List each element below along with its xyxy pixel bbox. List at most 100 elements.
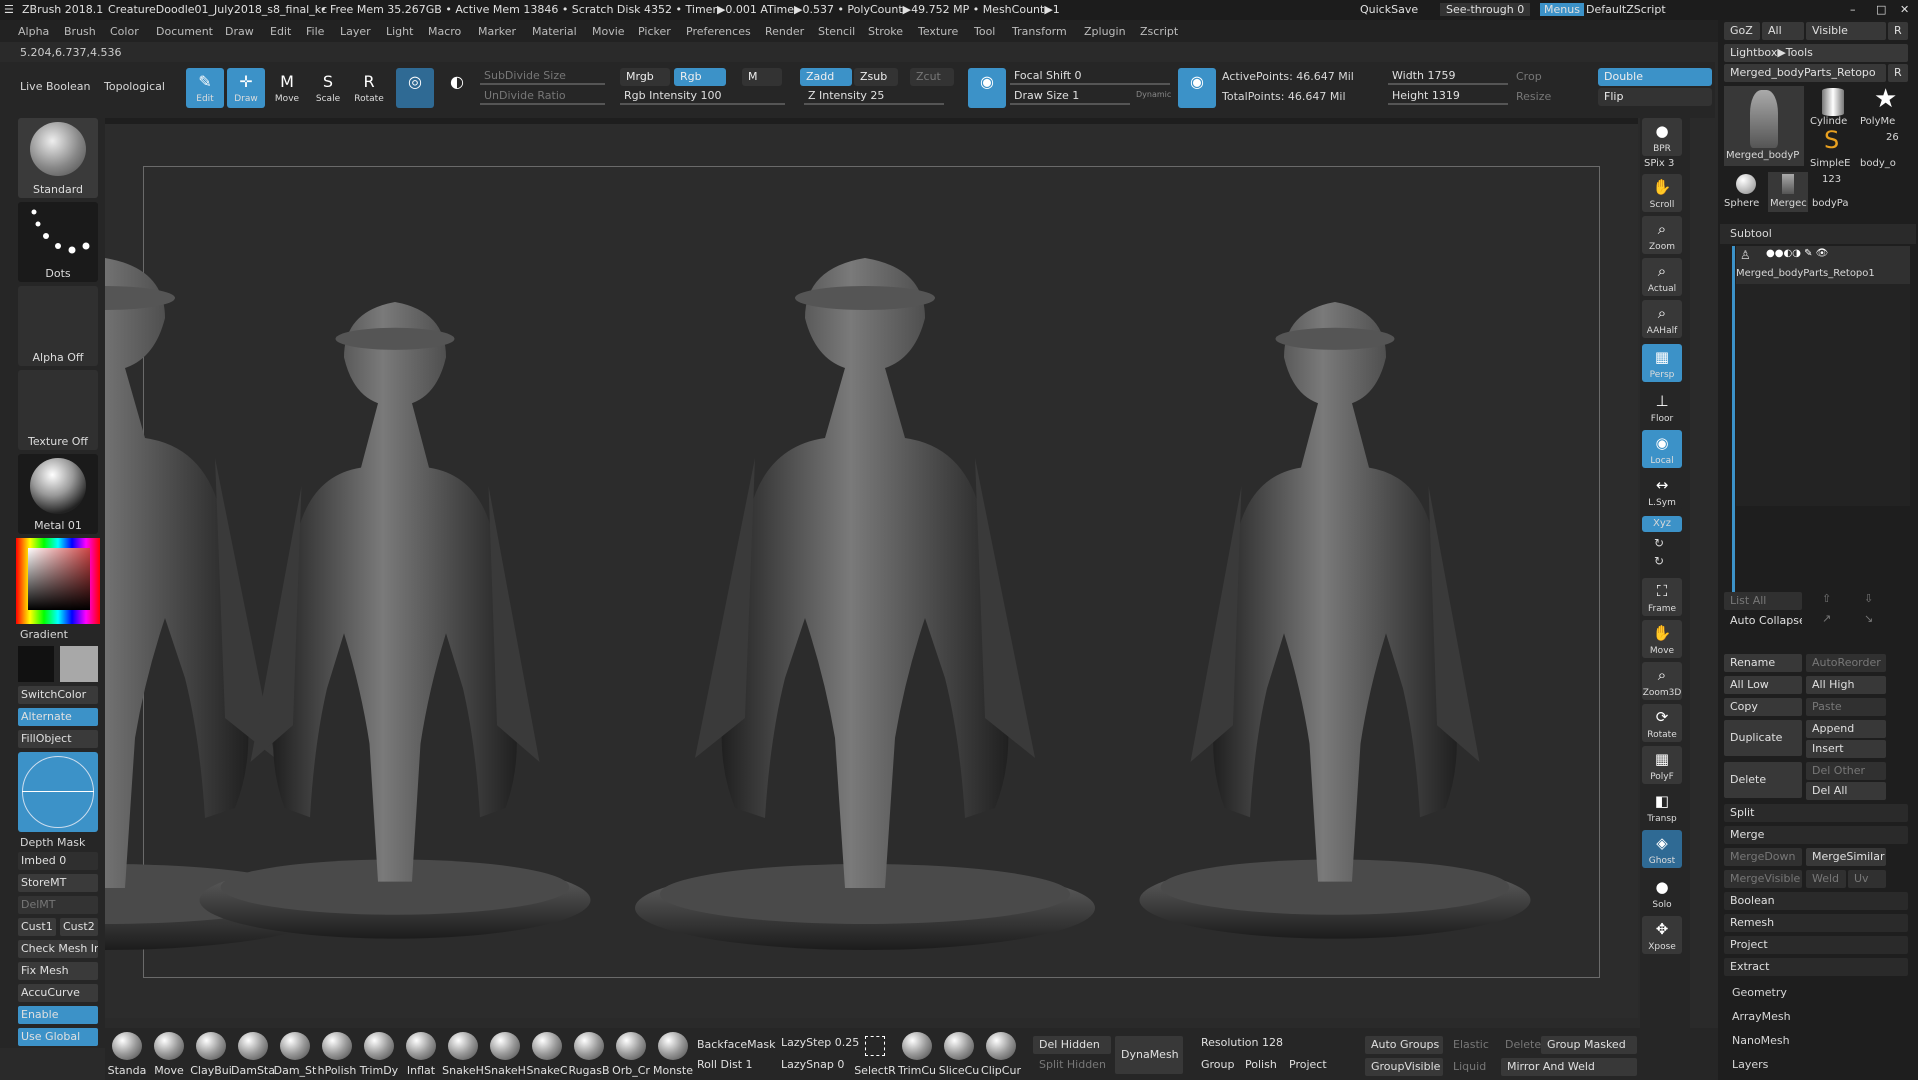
del-other-button[interactable]: Del Other	[1806, 762, 1886, 780]
subtool-visibility-icons[interactable]: ●●◐◑ ✎ 👁	[1766, 248, 1828, 259]
height-slider[interactable]: Height 1319	[1388, 86, 1508, 106]
menu-transform[interactable]: Transform	[1012, 25, 1067, 38]
boolean-menu[interactable]: Boolean	[1724, 892, 1908, 910]
imbed-slider[interactable]: Imbed 0	[18, 852, 98, 870]
polyf-button[interactable]: ▦ PolyF	[1642, 746, 1682, 784]
minimize-icon[interactable]: –	[1850, 3, 1856, 16]
zcut-toggle[interactable]: Zcut	[910, 68, 954, 86]
default-zscript-button[interactable]: DefaultZScript	[1586, 3, 1666, 16]
mirror-and-weld-button[interactable]: Mirror And Weld	[1501, 1058, 1637, 1076]
delete-button[interactable]: Delete	[1724, 762, 1802, 798]
homepage-button[interactable]: ◐	[438, 68, 476, 108]
alpha-picker[interactable]: Alpha Off	[18, 286, 98, 366]
cust2-button[interactable]: Cust2	[60, 918, 98, 936]
rgb-intensity-slider[interactable]: Rgb Intensity 100	[620, 86, 785, 106]
scale-mode-button[interactable]: S Scale	[309, 68, 347, 108]
ghost-button[interactable]: ◈ Ghost	[1642, 830, 1682, 868]
menu-macro[interactable]: Macro	[428, 25, 461, 38]
color-picker[interactable]	[16, 538, 100, 624]
focal-shift-slider[interactable]: Focal Shift 0	[1010, 66, 1170, 86]
double-toggle[interactable]: Double	[1598, 68, 1712, 86]
list-all-button[interactable]: List All	[1724, 592, 1802, 610]
rotate-view-button[interactable]: ⟳ Rotate	[1642, 704, 1682, 742]
group-toggle[interactable]: Group	[1201, 1058, 1235, 1071]
tool-r-button[interactable]: R	[1888, 64, 1908, 82]
dynamic-toggle[interactable]: Dynamic	[1136, 90, 1171, 99]
tool-thumbnail-merged2[interactable]: Mergec	[1768, 172, 1808, 212]
zsub-toggle[interactable]: Zsub	[854, 68, 898, 86]
menu-preferences[interactable]: Preferences	[686, 25, 751, 38]
secondary-color-swatch[interactable]	[60, 646, 98, 682]
polish-toggle[interactable]: Polish	[1245, 1058, 1277, 1071]
append-button[interactable]: Append	[1806, 720, 1886, 738]
spix-slider[interactable]: SPix 3	[1644, 158, 1674, 169]
accucurve-button[interactable]: AccuCurve	[18, 984, 98, 1002]
subtool-list[interactable]: ♙ ●●◐◑ ✎ 👁 Merged_bodyParts_Retopo1	[1736, 246, 1910, 506]
uv-toggle[interactable]: Uv	[1848, 870, 1886, 888]
delete-groups-button[interactable]: Delete	[1505, 1038, 1541, 1051]
main-color-swatch[interactable]	[18, 646, 54, 682]
autoreorder-button[interactable]: AutoReorder	[1806, 654, 1886, 672]
layers-menu[interactable]: Layers	[1732, 1058, 1768, 1071]
edit-mode-button[interactable]: ✎ Edit	[186, 68, 224, 108]
cust1-button[interactable]: Cust1	[18, 918, 56, 936]
menus-toggle[interactable]: Menus	[1540, 3, 1584, 16]
brush-snakecurve[interactable]: SnakeC	[525, 1030, 569, 1078]
nanomesh-menu[interactable]: NanoMesh	[1732, 1034, 1790, 1047]
fix-mesh-button[interactable]: Fix Mesh	[18, 962, 98, 980]
topological-button[interactable]: Topological	[104, 80, 165, 93]
auto-collapse-button[interactable]: Auto Collapse	[1724, 612, 1802, 630]
brush-picker[interactable]: Standard	[18, 118, 98, 198]
quicksave-button[interactable]: QuickSave	[1360, 3, 1418, 16]
brush-damstandard[interactable]: DamSta	[231, 1030, 275, 1078]
resolution-slider[interactable]: Resolution 128	[1201, 1036, 1283, 1049]
menu-light[interactable]: Light	[386, 25, 413, 38]
merge-menu[interactable]: Merge	[1724, 826, 1908, 844]
depth-mask-widget[interactable]	[18, 752, 98, 832]
xpose-button[interactable]: ✥ Xpose	[1642, 916, 1682, 954]
frame-button[interactable]: ⛶ Frame	[1642, 578, 1682, 616]
delmt-button[interactable]: DelMT	[18, 896, 98, 914]
backfacemask-toggle[interactable]: BackfaceMask	[697, 1038, 775, 1051]
del-all-button[interactable]: Del All	[1806, 782, 1886, 800]
mrgb-toggle[interactable]: Mrgb	[620, 68, 670, 86]
elastic-toggle[interactable]: Elastic	[1453, 1038, 1489, 1051]
maximize-icon[interactable]: □	[1876, 3, 1886, 16]
project-toggle[interactable]: Project	[1289, 1058, 1327, 1071]
goz-button[interactable]: GoZ	[1724, 22, 1760, 40]
menu-stroke[interactable]: Stroke	[868, 25, 903, 38]
m-toggle[interactable]: M	[742, 68, 782, 86]
storemt-button[interactable]: StoreMT	[18, 874, 98, 892]
rotate-mode-button[interactable]: R Rotate	[350, 68, 388, 108]
menu-alpha[interactable]: Alpha	[18, 25, 49, 38]
del-hidden-button[interactable]: Del Hidden	[1033, 1036, 1111, 1054]
material-picker[interactable]: Metal 01	[18, 454, 98, 534]
goz-all-button[interactable]: All	[1762, 22, 1804, 40]
brush-monster[interactable]: Monste	[651, 1030, 695, 1078]
brush-trimcurve[interactable]: TrimCu	[895, 1030, 939, 1078]
lightbox-tools-button[interactable]: Lightbox▶Tools	[1724, 44, 1908, 62]
menu-movie[interactable]: Movie	[592, 25, 625, 38]
lsym-button[interactable]: ↔ L.Sym	[1642, 472, 1682, 510]
liquid-toggle[interactable]: Liquid	[1453, 1060, 1486, 1073]
move-up-icon[interactable]: ⇧	[1822, 592, 1831, 605]
brush-dam-st[interactable]: Dam_St	[273, 1030, 317, 1078]
close-icon[interactable]: ✕	[1900, 3, 1909, 16]
split-hidden-button[interactable]: Split Hidden	[1039, 1058, 1106, 1071]
current-tool-name[interactable]: Merged_bodyParts_Retopo	[1724, 64, 1886, 82]
groupvisible-button[interactable]: GroupVisible	[1365, 1058, 1443, 1076]
goz-r-button[interactable]: R	[1888, 22, 1908, 40]
all-high-button[interactable]: All High	[1806, 676, 1886, 694]
tool-thumbnail-bodypa[interactable]: 123 bodyPa	[1812, 172, 1860, 212]
zoom-button[interactable]: ⌕ Zoom	[1642, 216, 1682, 254]
undivide-ratio-slider[interactable]: UnDivide Ratio	[480, 86, 605, 106]
menu-brush[interactable]: Brush	[64, 25, 96, 38]
menu-texture[interactable]: Texture	[918, 25, 958, 38]
brush-rugasb[interactable]: RugasB	[567, 1030, 611, 1078]
all-low-button[interactable]: All Low	[1724, 676, 1802, 694]
fillobject-button[interactable]: FillObject	[18, 730, 98, 748]
color-square[interactable]	[28, 548, 90, 610]
rotate-z-icon[interactable]: ↻	[1654, 554, 1664, 568]
tool-thumbnail-body[interactable]: 26 body_o	[1860, 128, 1910, 169]
brush-hpolish[interactable]: hPolish	[315, 1030, 359, 1078]
